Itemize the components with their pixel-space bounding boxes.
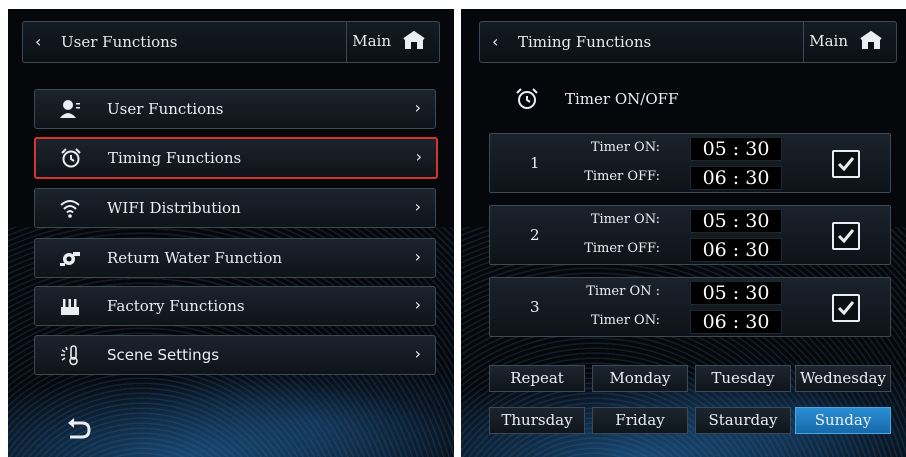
menu-item-scene-settings[interactable]: Scene Settings › bbox=[34, 335, 436, 375]
menu-item-return-water-function[interactable]: Return Water Function › bbox=[34, 238, 436, 278]
home-icon[interactable] bbox=[403, 31, 425, 51]
main-button-label[interactable]: Main bbox=[352, 32, 391, 50]
menu-item-label: Return Water Function bbox=[107, 249, 283, 267]
time-separator: : bbox=[732, 239, 740, 261]
menu-item-label: Factory Functions bbox=[107, 297, 245, 315]
day-button-monday[interactable]: Monday bbox=[592, 365, 688, 392]
timer-on-label: Timer ON: bbox=[590, 140, 660, 155]
timer-section-title: Timer ON/OFF bbox=[565, 90, 679, 108]
alarm-clock-icon bbox=[516, 88, 538, 109]
timer-off-time-field[interactable]: 06 : 30 bbox=[690, 310, 782, 334]
menu-item-label: WIFI Distribution bbox=[107, 199, 241, 217]
chevron-right-icon: › bbox=[414, 344, 421, 363]
timer-number: 2 bbox=[530, 226, 540, 244]
menu-item-factory-functions[interactable]: Factory Functions › bbox=[34, 286, 436, 326]
timer-off-time-field[interactable]: 06 : 30 bbox=[690, 166, 782, 190]
hour-value: 05 bbox=[702, 282, 727, 304]
menu-item-label: Timing Functions bbox=[108, 149, 242, 167]
hour-value: 06 bbox=[702, 311, 727, 333]
timer-enable-checkbox[interactable] bbox=[832, 222, 860, 250]
user-functions-screen: ‹ User Functions Main User Functions › T… bbox=[8, 9, 454, 457]
right-header-bar: ‹ Timing Functions Main bbox=[479, 21, 897, 63]
pump-icon bbox=[60, 252, 80, 266]
timer-enable-checkbox[interactable] bbox=[832, 150, 860, 178]
timer-row-2: 2 Timer ON: Timer OFF: 05 : 30 06 : 30 bbox=[489, 205, 891, 265]
minute-value: 30 bbox=[745, 239, 770, 261]
timer-on-label: Timer ON : bbox=[586, 284, 660, 299]
alarm-clock-icon bbox=[61, 148, 81, 168]
menu-item-label: Scene Settings bbox=[107, 346, 220, 364]
day-button-tuesday[interactable]: Tuesday bbox=[695, 365, 791, 392]
minute-value: 30 bbox=[745, 167, 770, 189]
time-separator: : bbox=[732, 167, 740, 189]
menu-item-user-functions[interactable]: User Functions › bbox=[34, 89, 436, 129]
timer-on-time-field[interactable]: 05 : 30 bbox=[690, 209, 782, 233]
timer-row-1: 1 Timer ON: Timer OFF: 05 : 30 06 : 30 bbox=[489, 133, 891, 193]
header-divider bbox=[346, 22, 347, 62]
minute-value: 30 bbox=[745, 282, 770, 304]
day-button-wednesday[interactable]: Wednesday bbox=[795, 365, 891, 392]
hour-value: 05 bbox=[702, 210, 727, 232]
chevron-right-icon: › bbox=[414, 247, 421, 266]
timer-off-label: Timer ON: bbox=[590, 313, 660, 328]
wifi-icon bbox=[60, 200, 80, 218]
left-header-bar: ‹ User Functions Main bbox=[22, 21, 440, 63]
main-button-label[interactable]: Main bbox=[809, 32, 848, 50]
user-settings-icon bbox=[60, 100, 80, 118]
chevron-right-icon: › bbox=[414, 295, 421, 314]
hour-value: 05 bbox=[702, 138, 727, 160]
timer-row-3: 3 Timer ON : Timer ON: 05 : 30 06 : 30 bbox=[489, 277, 891, 337]
day-button-thursday[interactable]: Thursday bbox=[489, 407, 585, 434]
header-divider bbox=[803, 22, 804, 62]
checkmark-icon bbox=[837, 229, 855, 244]
chevron-left-icon[interactable]: ‹ bbox=[492, 32, 498, 51]
timer-number: 1 bbox=[530, 154, 540, 172]
chevron-right-icon: › bbox=[415, 147, 422, 166]
day-button-saturday[interactable]: Staurday bbox=[695, 407, 791, 434]
menu-item-label: User Functions bbox=[107, 100, 224, 118]
day-button-sunday[interactable]: Sunday bbox=[795, 407, 891, 434]
page-title[interactable]: User Functions bbox=[61, 33, 178, 51]
menu-item-wifi-distribution[interactable]: WIFI Distribution › bbox=[34, 188, 436, 228]
hour-value: 06 bbox=[702, 167, 727, 189]
time-separator: : bbox=[732, 282, 740, 304]
thermometer-sun-icon bbox=[61, 345, 78, 366]
timer-off-label: Timer OFF: bbox=[584, 241, 660, 256]
chevron-left-icon[interactable]: ‹ bbox=[35, 32, 41, 51]
chevron-right-icon: › bbox=[414, 98, 421, 117]
timer-on-time-field[interactable]: 05 : 30 bbox=[690, 137, 782, 161]
time-separator: : bbox=[732, 138, 740, 160]
checkmark-icon bbox=[837, 301, 855, 316]
time-separator: : bbox=[732, 210, 740, 232]
timer-off-time-field[interactable]: 06 : 30 bbox=[690, 238, 782, 262]
time-separator: : bbox=[732, 311, 740, 333]
minute-value: 30 bbox=[745, 138, 770, 160]
timing-functions-screen: ‹ Timing Functions Main Timer ON/OFF 1 T… bbox=[461, 9, 906, 457]
timer-number: 3 bbox=[530, 298, 540, 316]
day-button-repeat[interactable]: Repeat bbox=[489, 365, 585, 392]
hour-value: 06 bbox=[702, 239, 727, 261]
chevron-right-icon: › bbox=[414, 197, 421, 216]
timer-off-label: Timer OFF: bbox=[584, 169, 660, 184]
home-icon[interactable] bbox=[860, 31, 882, 51]
page-title[interactable]: Timing Functions bbox=[518, 33, 651, 51]
day-button-friday[interactable]: Friday bbox=[592, 407, 688, 434]
timer-on-time-field[interactable]: 05 : 30 bbox=[690, 281, 782, 305]
timer-enable-checkbox[interactable] bbox=[832, 294, 860, 322]
return-arrow-icon[interactable] bbox=[64, 417, 92, 443]
minute-value: 30 bbox=[745, 311, 770, 333]
checkmark-icon bbox=[837, 157, 855, 172]
factory-icon bbox=[61, 299, 79, 315]
minute-value: 30 bbox=[745, 210, 770, 232]
timer-on-label: Timer ON: bbox=[590, 212, 660, 227]
menu-item-timing-functions[interactable]: Timing Functions › bbox=[34, 137, 438, 179]
